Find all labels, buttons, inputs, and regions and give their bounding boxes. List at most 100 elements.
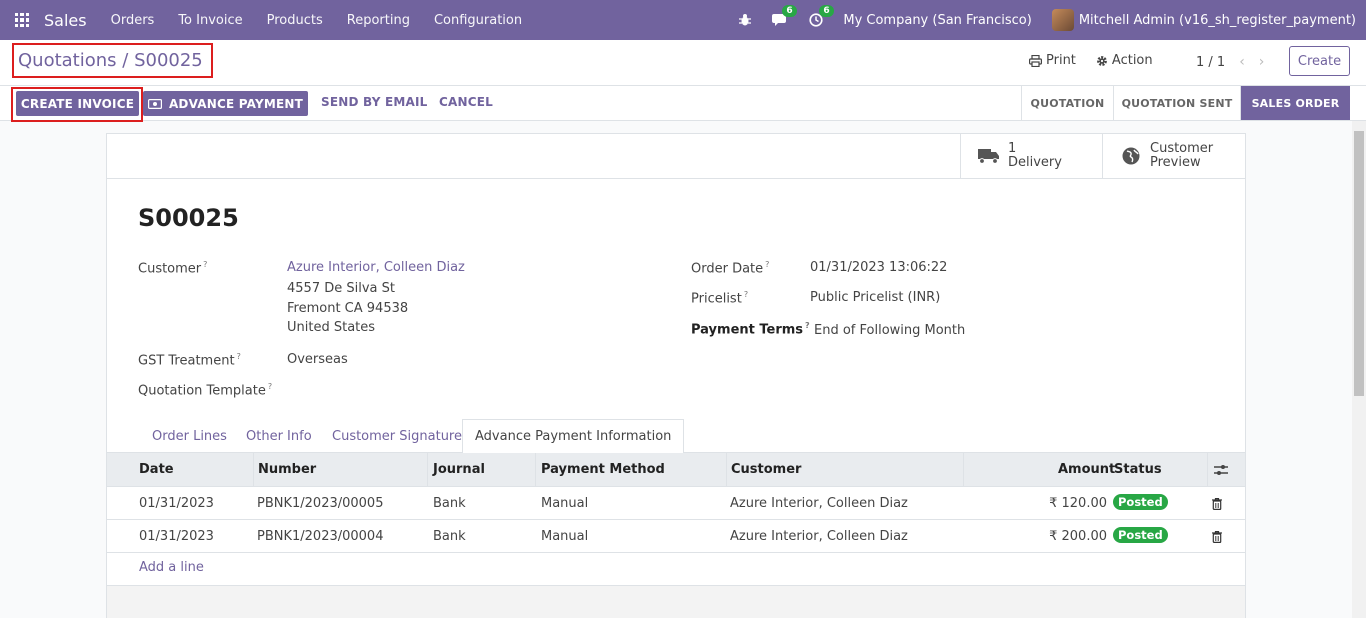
order-date-label: Order Date? — [691, 260, 770, 277]
breadcrumb: Quotations / S00025 — [12, 43, 213, 78]
trash-icon[interactable] — [1212, 498, 1222, 510]
chat-count-badge: 6 — [782, 5, 797, 17]
status-badge: Posted — [1113, 494, 1168, 510]
truck-icon — [978, 149, 999, 164]
order-date-field[interactable]: 01/31/2023 13:06:22 — [810, 260, 947, 275]
tab-order-lines[interactable]: Order Lines — [152, 429, 227, 444]
user-menu[interactable]: Mitchell Admin (v16_sh_register_payment) — [1051, 9, 1356, 31]
column-customer[interactable]: Customer — [731, 462, 801, 477]
column-amount[interactable]: Amount — [1058, 462, 1115, 477]
record-title: S00025 — [138, 204, 239, 232]
breadcrumb-separator: / — [116, 50, 135, 71]
tab-other-info[interactable]: Other Info — [246, 429, 312, 444]
company-switcher[interactable]: My Company (San Francisco) — [843, 13, 1031, 28]
column-date[interactable]: Date — [139, 462, 174, 477]
menu-reporting[interactable]: Reporting — [347, 13, 410, 28]
menu-orders[interactable]: Orders — [111, 13, 155, 28]
create-button[interactable]: Create — [1289, 46, 1350, 76]
debug-bug-icon[interactable] — [738, 13, 752, 27]
preview-label-1: Customer — [1150, 141, 1214, 156]
action-button[interactable]: Action — [1096, 53, 1153, 68]
pager-previous-icon[interactable]: ‹ — [1239, 54, 1245, 70]
print-label: Print — [1046, 53, 1076, 68]
pager: 1 / 1 ‹ › — [1196, 54, 1264, 70]
apps-menu-icon[interactable] — [0, 0, 44, 40]
smart-button-box: 1 Delivery Customer Preview — [107, 134, 1245, 179]
tab-advance-payment-information[interactable]: Advance Payment Information — [462, 419, 685, 454]
row-customer: Azure Interior, Colleen Diaz — [730, 496, 908, 511]
page-scrollbar[interactable] — [1352, 121, 1366, 618]
control-panel: Quotations / S00025 Print Action 1 / 1 ‹… — [0, 40, 1366, 86]
row-amount: ₹ 120.00 — [1049, 496, 1107, 511]
print-button[interactable]: Print — [1029, 53, 1076, 68]
column-payment-method[interactable]: Payment Method — [541, 462, 665, 477]
money-icon — [147, 98, 162, 109]
delivery-smart-button[interactable]: 1 Delivery — [960, 134, 1103, 178]
row-journal: Bank — [433, 496, 466, 511]
pricelist-label: Pricelist? — [691, 290, 749, 307]
avatar — [1051, 9, 1074, 31]
tab-customer-signature[interactable]: Customer Signature — [332, 429, 462, 444]
payment-terms-field[interactable]: End of Following Month — [814, 323, 965, 338]
activity-clock-icon[interactable]: 6 — [809, 5, 834, 27]
gear-icon — [1097, 55, 1107, 66]
stage-sales-order[interactable]: SALES ORDER — [1240, 86, 1350, 120]
breadcrumb-current: S00025 — [134, 50, 203, 71]
breadcrumb-quotations[interactable]: Quotations — [18, 50, 117, 71]
payments-table-header: Date Number Journal Payment Method Custo… — [107, 453, 1245, 487]
table-footer — [107, 585, 1245, 618]
cancel-button[interactable]: CANCEL — [439, 95, 493, 109]
address-line-1: 4557 De Silva St — [287, 281, 395, 296]
row-customer: Azure Interior, Colleen Diaz — [730, 529, 908, 544]
payment-terms-label: Payment Terms? — [691, 321, 810, 338]
globe-icon — [1122, 147, 1140, 165]
pager-next-icon[interactable]: › — [1259, 54, 1265, 70]
status-badge: Posted — [1113, 527, 1168, 543]
menu-products[interactable]: Products — [267, 13, 323, 28]
table-row[interactable]: 01/31/2023 PBNK1/2023/00005 Bank Manual … — [107, 487, 1245, 520]
gst-treatment-label: GST Treatment? — [138, 352, 241, 369]
stage-quotation[interactable]: QUOTATION — [1021, 86, 1113, 120]
optional-columns-icon[interactable] — [1214, 464, 1228, 476]
customer-preview-smart-button[interactable]: Customer Preview — [1102, 134, 1245, 178]
advance-payment-label: ADVANCE PAYMENT — [168, 96, 304, 111]
trash-icon[interactable] — [1212, 531, 1222, 543]
column-status[interactable]: Status — [1114, 462, 1162, 477]
app-name[interactable]: Sales — [44, 11, 87, 30]
table-row[interactable]: 01/31/2023 PBNK1/2023/00004 Bank Manual … — [107, 520, 1245, 553]
row-amount: ₹ 200.00 — [1049, 529, 1107, 544]
row-number: PBNK1/2023/00004 — [257, 529, 384, 544]
user-name: Mitchell Admin (v16_sh_register_payment) — [1078, 12, 1356, 28]
activity-count-badge: 6 — [819, 5, 834, 17]
column-journal[interactable]: Journal — [433, 462, 485, 477]
advance-payment-button[interactable]: ADVANCE PAYMENT — [143, 91, 308, 116]
customer-field[interactable]: Azure Interior, Colleen Diaz — [287, 260, 465, 275]
add-a-line-link[interactable]: Add a line — [139, 560, 204, 575]
stage-quotation-sent[interactable]: QUOTATION SENT — [1113, 86, 1240, 120]
row-date: 01/31/2023 — [139, 496, 214, 511]
delivery-count: 1 — [1008, 141, 1017, 156]
create-invoice-button[interactable]: CREATE INVOICE — [16, 91, 139, 116]
scrollbar-thumb[interactable] — [1354, 131, 1364, 396]
column-number[interactable]: Number — [258, 462, 316, 477]
row-payment-method: Manual — [541, 529, 589, 544]
menu-configuration[interactable]: Configuration — [434, 13, 522, 28]
address-line-2: Fremont CA 94538 — [287, 301, 409, 316]
status-stages: QUOTATION QUOTATION SENT SALES ORDER — [1021, 86, 1350, 120]
delivery-label: Delivery — [1008, 155, 1062, 170]
send-by-email-button[interactable]: SEND BY EMAIL — [321, 95, 428, 109]
row-journal: Bank — [433, 529, 466, 544]
row-date: 01/31/2023 — [139, 529, 214, 544]
gst-treatment-field[interactable]: Overseas — [287, 352, 348, 367]
print-icon — [1029, 54, 1042, 67]
chat-messages-icon[interactable]: 6 — [772, 5, 797, 27]
row-number: PBNK1/2023/00005 — [257, 496, 384, 511]
form-statusbar: CREATE INVOICE ADVANCE PAYMENT SEND BY E… — [0, 86, 1366, 122]
menu-to-invoice[interactable]: To Invoice — [178, 13, 242, 28]
top-navbar: Sales Orders To Invoice Products Reporti… — [0, 0, 1366, 40]
pager-value[interactable]: 1 / 1 — [1196, 55, 1225, 70]
customer-label: Customer? — [138, 260, 208, 277]
form-sheet: 1 Delivery Customer Preview S00025 Custo… — [106, 133, 1246, 618]
pricelist-field[interactable]: Public Pricelist (INR) — [810, 290, 940, 305]
notebook-tabs: Order Lines Other Info Customer Signatur… — [107, 419, 1245, 454]
